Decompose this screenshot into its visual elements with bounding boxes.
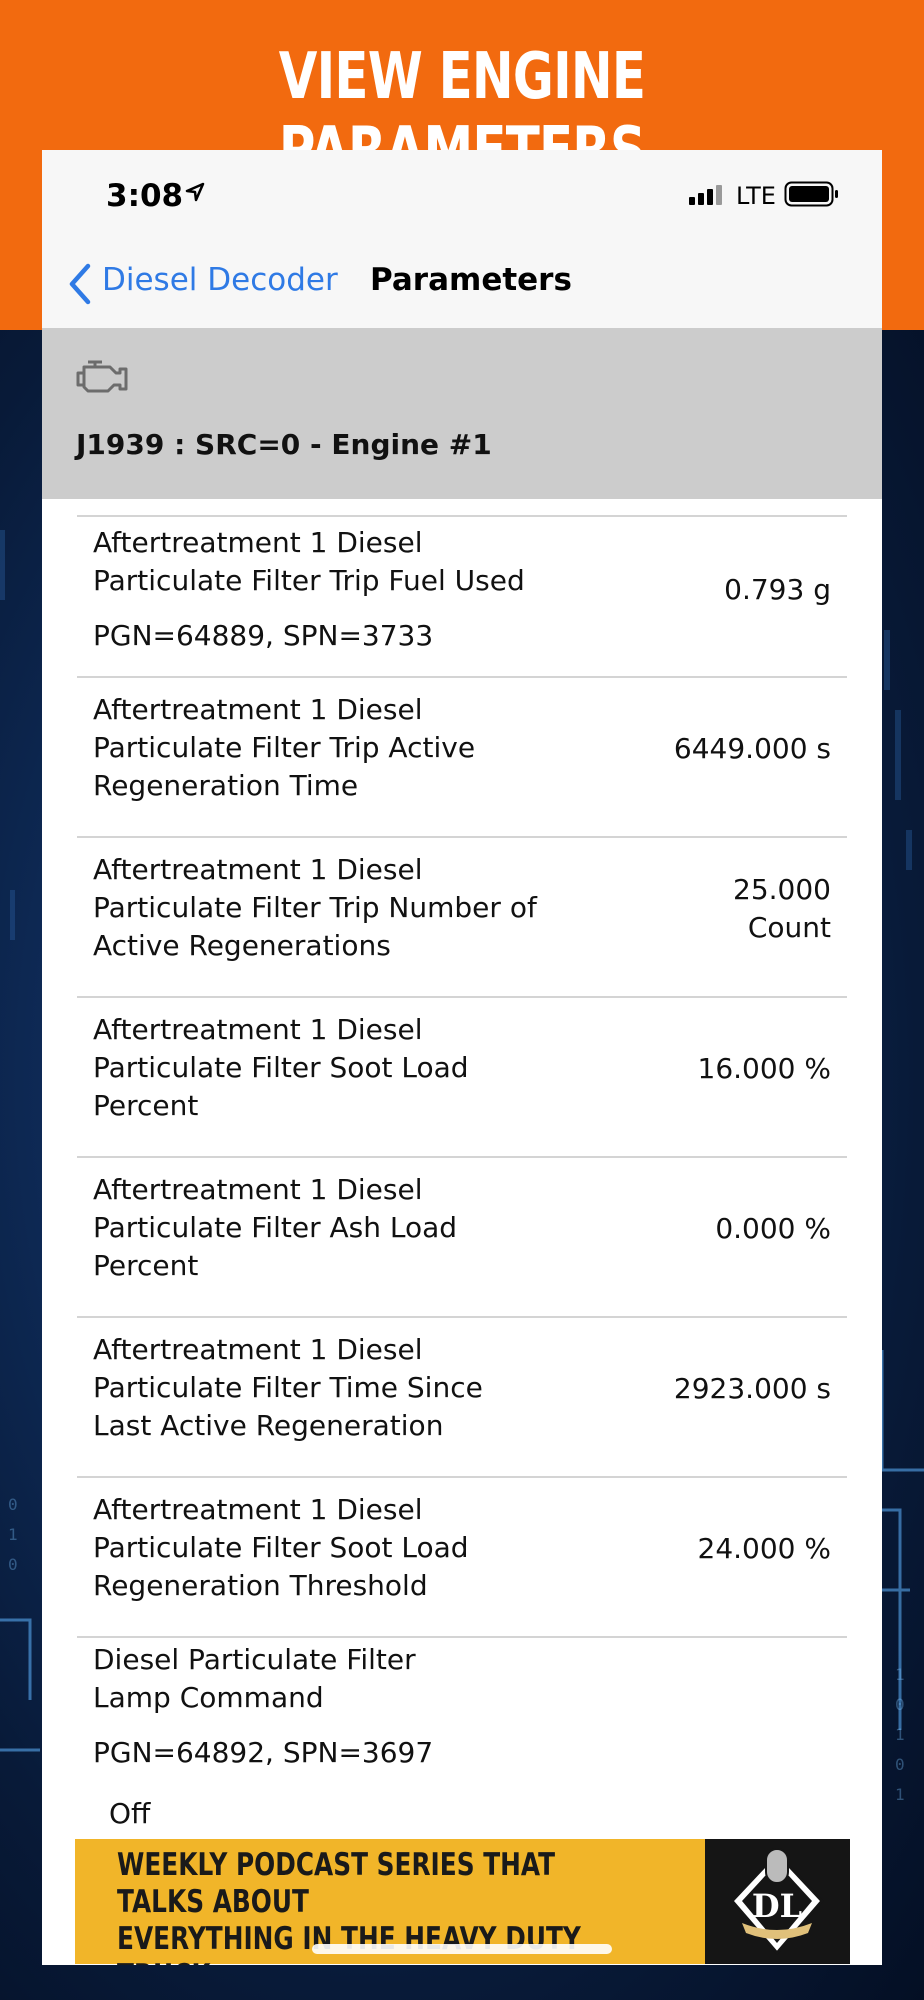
status-time: 3:08 [106, 178, 184, 214]
svg-text:1: 1 [895, 1785, 905, 1804]
list-item[interactable]: Aftertreatment 1 Diesel Particulate Filt… [77, 1156, 847, 1316]
page-title: Parameters [370, 262, 572, 298]
svg-text:0: 0 [8, 1555, 18, 1574]
parameter-value: 16.000 % [697, 1052, 831, 1085]
svg-text:1: 1 [895, 1725, 905, 1744]
parameter-name: Aftertreatment 1 Diesel Particulate Filt… [93, 1333, 483, 1442]
parameter-value: 24.000 % [697, 1532, 831, 1565]
list-item[interactable]: Aftertreatment 1 Diesel Particulate Filt… [77, 836, 847, 996]
back-button[interactable]: Diesel Decoder [102, 262, 338, 298]
svg-text:1: 1 [895, 1665, 905, 1684]
cellular-signal-icon [689, 185, 729, 209]
parameter-name: Aftertreatment 1 Diesel Particulate Filt… [93, 1493, 469, 1602]
battery-icon [784, 181, 840, 211]
svg-text:0: 0 [895, 1755, 905, 1774]
list-item[interactable]: Aftertreatment 1 Diesel Particulate Filt… [77, 996, 847, 1156]
parameter-ids: PGN=64889, SPN=3733 [93, 619, 434, 652]
parameter-name: Diesel Particulate Filter Lamp Command [93, 1643, 416, 1714]
location-arrow-icon [185, 182, 205, 206]
parameter-name: Aftertreatment 1 Diesel Particulate Filt… [93, 693, 476, 802]
list-item[interactable]: Aftertreatment 1 Diesel Particulate Filt… [77, 676, 847, 836]
parameter-ids: PGN=64892, SPN=3697 [93, 1736, 434, 1769]
parameter-name: Aftertreatment 1 Diesel Particulate Filt… [93, 1013, 469, 1122]
parameter-value: 0.000 % [715, 1212, 831, 1245]
parameter-value: 25.000 Count [733, 873, 831, 944]
home-indicator[interactable] [312, 1944, 612, 1954]
svg-text:1: 1 [8, 1525, 18, 1544]
phone-screen: 3:08 LTE Diesel Decoder Parameters J1939… [42, 150, 882, 1965]
parameter-state: Off [109, 1797, 151, 1830]
list-item[interactable]: Diesel Particulate Filter Lamp Command P… [77, 1636, 847, 1836]
list-item[interactable]: Aftertreatment 1 Diesel Particulate Filt… [77, 515, 847, 676]
parameter-name: Aftertreatment 1 Diesel Particulate Filt… [93, 853, 537, 962]
network-type: LTE [736, 182, 776, 210]
svg-text:0: 0 [8, 1495, 18, 1514]
engine-icon [74, 356, 130, 400]
parameter-value: 2923.000 s [673, 1372, 831, 1405]
svg-text:0: 0 [895, 1695, 905, 1714]
section-header: J1939 : SRC=0 - Engine #1 [42, 328, 882, 499]
parameter-name: Aftertreatment 1 Diesel Particulate Filt… [93, 1173, 458, 1282]
microphone-logo-icon: DL [722, 1845, 832, 1964]
parameter-name: Aftertreatment 1 Diesel Particulate Filt… [93, 526, 525, 597]
status-bar: 3:08 LTE [42, 150, 882, 250]
parameter-value: 0.793 g [724, 573, 831, 606]
chevron-left-icon[interactable] [66, 262, 92, 310]
parameter-value: 6449.000 s [673, 732, 831, 765]
section-title: J1939 : SRC=0 - Engine #1 [76, 428, 492, 461]
list-item[interactable]: Aftertreatment 1 Diesel Particulate Filt… [77, 1316, 847, 1476]
ad-logo-text: DL [752, 1887, 802, 1925]
list-item[interactable]: Aftertreatment 1 Diesel Particulate Filt… [77, 1476, 847, 1636]
